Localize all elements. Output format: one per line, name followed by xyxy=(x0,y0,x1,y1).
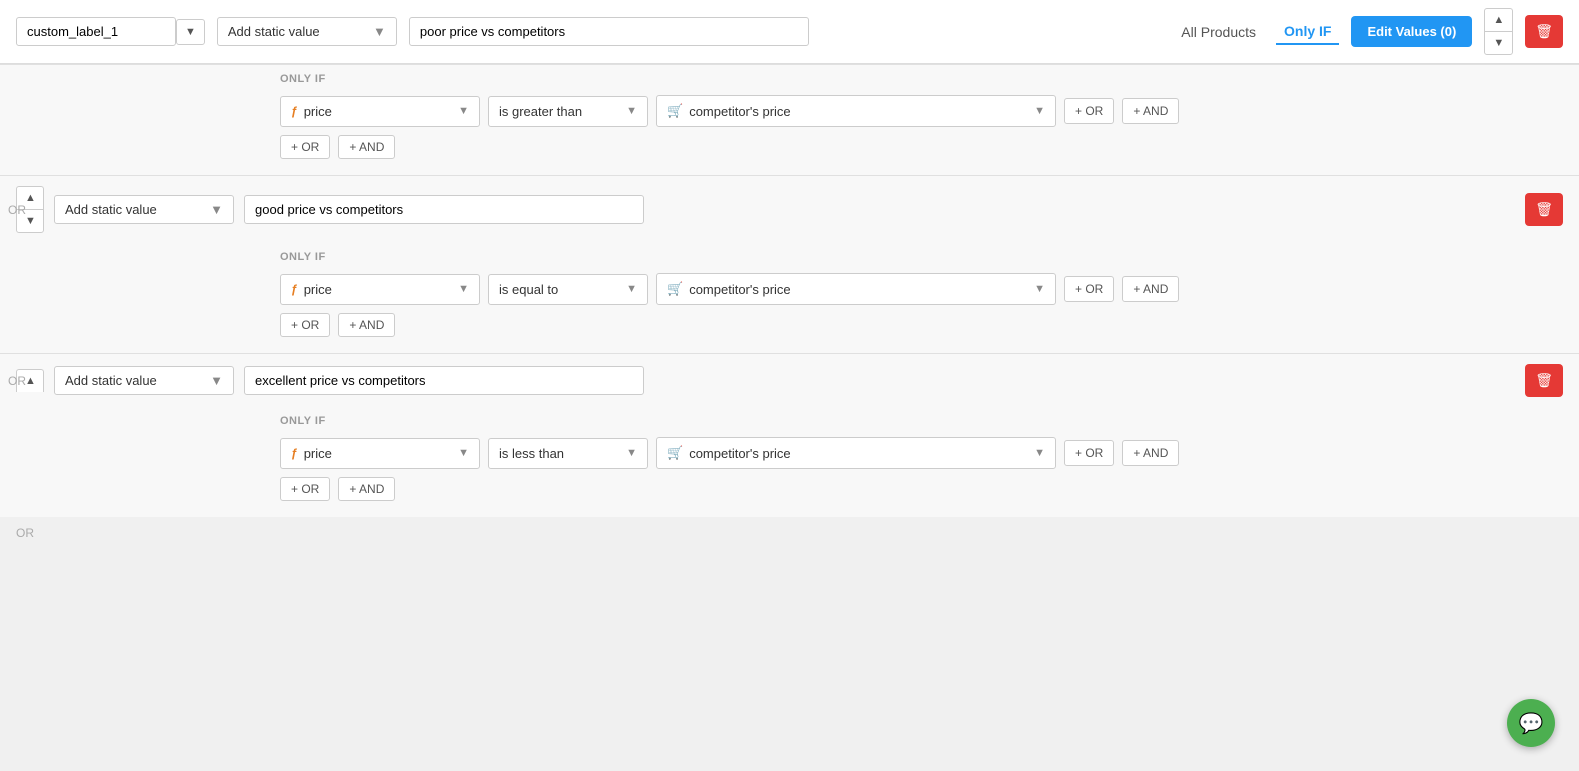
only-if-section-2: ONLY IF ƒ price ▼ is equal to ▼ 🛒 compet… xyxy=(0,243,1579,353)
operator-arrow-2: ▼ xyxy=(626,283,637,295)
tab-only-if[interactable]: Only IF xyxy=(1276,19,1339,45)
value-input-3[interactable] xyxy=(244,366,644,395)
cart-icon-1: 🛒 xyxy=(667,103,683,119)
field-label-1: price xyxy=(304,104,332,119)
only-if-label-1: ONLY IF xyxy=(280,73,1563,85)
header-label-box: ▼ xyxy=(16,17,205,46)
chat-fab[interactable]: 💬 xyxy=(1507,699,1555,747)
field-arrow-3: ▼ xyxy=(458,447,469,459)
operator-dropdown-1[interactable]: is greater than ▼ xyxy=(488,96,648,127)
and-small-btn-3[interactable]: + AND xyxy=(338,477,395,501)
bottom-or-label: OR xyxy=(16,526,34,540)
add-static-arrow-2: ▼ xyxy=(210,202,223,217)
operator-dropdown-3[interactable]: is less than ▼ xyxy=(488,438,648,469)
or-small-btn-3[interactable]: + OR xyxy=(280,477,330,501)
field-icon-1: ƒ xyxy=(291,104,298,118)
inline-or-btn-1[interactable]: + OR xyxy=(1064,98,1114,124)
rule-block-2: OR ▲ ▼ Add static value ▼ 🗑 ONLY IF ƒ pr xyxy=(0,175,1579,353)
field-dropdown-1[interactable]: ƒ price ▼ xyxy=(280,96,480,127)
field-icon-2: ƒ xyxy=(291,282,298,296)
delete-btn-2[interactable]: 🗑 xyxy=(1525,193,1563,226)
field-label-3: price xyxy=(304,446,332,461)
value-input-top[interactable] xyxy=(409,17,809,46)
and-small-btn-2[interactable]: + AND xyxy=(338,313,395,337)
or-and-row-1: + OR + AND xyxy=(280,135,1563,159)
add-static-arrow-top: ▼ xyxy=(373,24,386,39)
field-dropdown-2[interactable]: ƒ price ▼ xyxy=(280,274,480,305)
add-static-arrow-3: ▼ xyxy=(210,373,223,388)
rule-block-1: ONLY IF ƒ price ▼ is greater than ▼ 🛒 co… xyxy=(0,64,1579,175)
add-static-label-3: Add static value xyxy=(65,373,157,388)
page-wrapper: ▼ Add static value ▼ All Products Only I… xyxy=(0,0,1579,771)
or-small-btn-2[interactable]: + OR xyxy=(280,313,330,337)
operator-label-1: is greater than xyxy=(499,104,582,119)
or-small-btn-1[interactable]: + OR xyxy=(280,135,330,159)
value-input-2[interactable] xyxy=(244,195,644,224)
cart-icon-2: 🛒 xyxy=(667,281,683,297)
tab-all-products[interactable]: All Products xyxy=(1173,20,1264,44)
operator-label-3: is less than xyxy=(499,446,564,461)
value-arrow-2: ▼ xyxy=(1034,283,1045,295)
inline-and-btn-3[interactable]: + AND xyxy=(1122,440,1179,466)
delete-btn-3[interactable]: 🗑 xyxy=(1525,364,1563,397)
cart-icon-3: 🛒 xyxy=(667,445,683,461)
operator-label-2: is equal to xyxy=(499,282,558,297)
row-top-2: OR ▲ ▼ Add static value ▼ 🗑 xyxy=(0,176,1579,243)
value-arrow-1: ▼ xyxy=(1034,105,1045,117)
rule-block-3: OR ▲ Add static value ▼ 🗑 ONLY IF ƒ pric… xyxy=(0,353,1579,517)
label-chevron-btn[interactable]: ▼ xyxy=(176,19,205,45)
add-static-label-top: Add static value xyxy=(228,24,320,39)
only-if-label-3: ONLY IF xyxy=(280,415,1563,427)
value-label-3: competitor's price xyxy=(689,446,790,461)
field-arrow-1: ▼ xyxy=(458,105,469,117)
inline-or-btn-2[interactable]: + OR xyxy=(1064,276,1114,302)
and-small-btn-1[interactable]: + AND xyxy=(338,135,395,159)
value-dropdown-2[interactable]: 🛒 competitor's price ▼ xyxy=(656,273,1056,305)
field-label-2: price xyxy=(304,282,332,297)
only-if-label-2: ONLY IF xyxy=(280,251,1563,263)
top-bar: ▼ Add static value ▼ All Products Only I… xyxy=(0,0,1579,64)
row-top-3: OR ▲ Add static value ▼ 🗑 xyxy=(0,354,1579,407)
or-badge-2: OR xyxy=(8,203,26,217)
inline-and-btn-2[interactable]: + AND xyxy=(1122,276,1179,302)
field-arrow-2: ▼ xyxy=(458,283,469,295)
operator-arrow-1: ▼ xyxy=(626,105,637,117)
add-static-dropdown-top[interactable]: Add static value ▼ xyxy=(217,17,397,46)
delete-btn-top[interactable]: 🗑 xyxy=(1525,15,1563,48)
or-and-row-2: + OR + AND xyxy=(280,313,1563,337)
value-label-1: competitor's price xyxy=(689,104,790,119)
edit-values-btn[interactable]: Edit Values (0) xyxy=(1351,16,1472,47)
or-badge-3: OR xyxy=(8,374,26,388)
chat-icon: 💬 xyxy=(1519,711,1544,736)
up-btn[interactable]: ▲ xyxy=(1484,8,1513,31)
inline-and-btn-1[interactable]: + AND xyxy=(1122,98,1179,124)
add-static-dropdown-2[interactable]: Add static value ▼ xyxy=(54,195,234,224)
field-dropdown-3[interactable]: ƒ price ▼ xyxy=(280,438,480,469)
up-down-group: ▲ ▼ xyxy=(1484,8,1513,55)
only-if-section-1: ONLY IF ƒ price ▼ is greater than ▼ 🛒 co… xyxy=(0,65,1579,175)
value-dropdown-1[interactable]: 🛒 competitor's price ▼ xyxy=(656,95,1056,127)
label-input[interactable] xyxy=(16,17,176,46)
operator-dropdown-2[interactable]: is equal to ▼ xyxy=(488,274,648,305)
down-btn[interactable]: ▼ xyxy=(1484,31,1513,55)
value-dropdown-3[interactable]: 🛒 competitor's price ▼ xyxy=(656,437,1056,469)
field-icon-3: ƒ xyxy=(291,446,298,460)
operator-arrow-3: ▼ xyxy=(626,447,637,459)
add-static-dropdown-3[interactable]: Add static value ▼ xyxy=(54,366,234,395)
or-and-row-3: + OR + AND xyxy=(280,477,1563,501)
condition-row-2: ƒ price ▼ is equal to ▼ 🛒 competitor's p… xyxy=(280,273,1563,305)
condition-row-3: ƒ price ▼ is less than ▼ 🛒 competitor's … xyxy=(280,437,1563,469)
condition-row-1: ƒ price ▼ is greater than ▼ 🛒 competitor… xyxy=(280,95,1563,127)
main-content: ONLY IF ƒ price ▼ is greater than ▼ 🛒 co… xyxy=(0,64,1579,588)
add-static-label-2: Add static value xyxy=(65,202,157,217)
only-if-section-3: ONLY IF ƒ price ▼ is less than ▼ 🛒 compe… xyxy=(0,407,1579,517)
inline-or-btn-3[interactable]: + OR xyxy=(1064,440,1114,466)
value-label-2: competitor's price xyxy=(689,282,790,297)
value-arrow-3: ▼ xyxy=(1034,447,1045,459)
bottom-or-hint: OR xyxy=(0,517,1579,548)
